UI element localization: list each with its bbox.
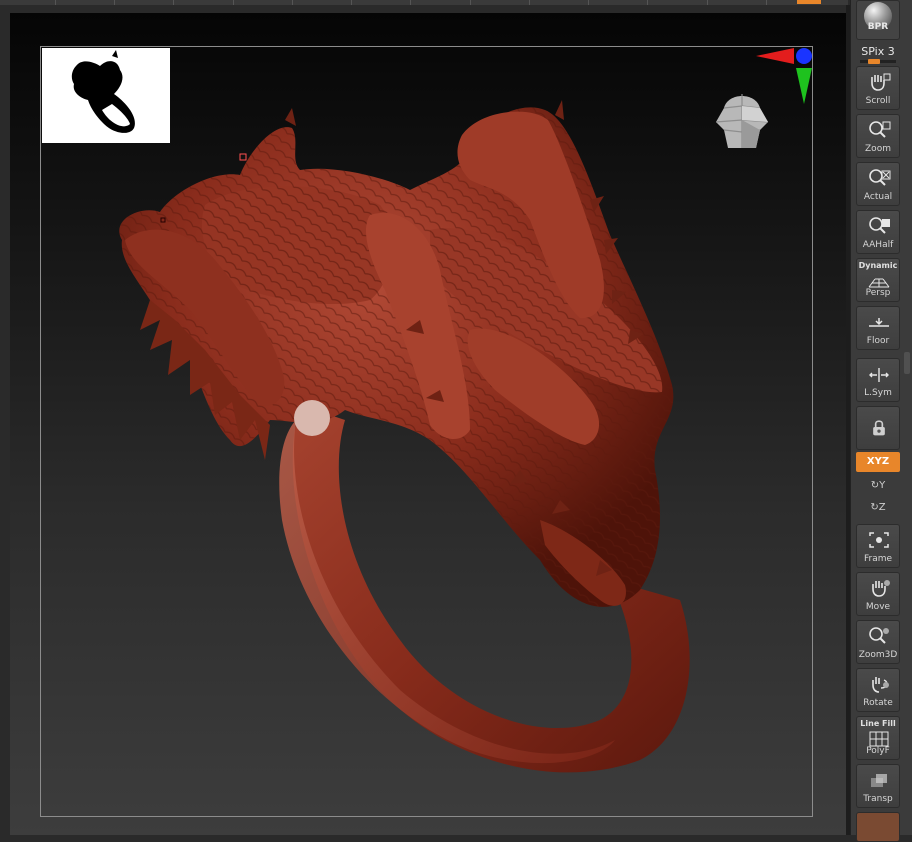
lsym-button[interactable]: L.Sym [856, 358, 900, 402]
hand-scroll-icon [871, 73, 891, 91]
lsym-label: L.Sym [864, 388, 892, 398]
aahalf-button[interactable]: AAHalf [856, 210, 900, 254]
orientation-head-icon[interactable] [710, 86, 774, 156]
lock-camera-button[interactable] [856, 406, 900, 450]
dynamic-label: Dynamic [858, 261, 898, 270]
y-rotation-button[interactable]: ↻Y [868, 478, 888, 494]
scroll-label: Scroll [865, 96, 891, 106]
magnify-aahalf-icon [869, 217, 890, 234]
hand-move-icon [872, 580, 890, 597]
spix-label: SPix 3 [861, 45, 895, 58]
magnify-zoom-icon [869, 121, 891, 138]
transp-label: Transp [863, 794, 893, 804]
transparency-icon [871, 774, 887, 787]
move-label: Move [865, 602, 891, 612]
lock-camera-icon [873, 420, 885, 436]
zoom3d-label: Zoom3D [858, 650, 898, 660]
zoom-button[interactable]: Zoom [856, 114, 900, 158]
frame-icon [869, 532, 889, 548]
x-axis-icon [756, 48, 794, 64]
dragon-ring-model[interactable] [0, 0, 912, 835]
rotate-button[interactable]: Rotate [856, 668, 900, 712]
zoom-label: Zoom [865, 144, 891, 154]
polyf-button[interactable]: Line Fill PolyF [856, 716, 900, 760]
xyz-rotation-button[interactable]: XYZ [856, 452, 900, 472]
z-rotation-label: Z [878, 502, 886, 513]
y-rotation-label: Y [879, 480, 886, 491]
floor-label: Floor [866, 336, 890, 346]
actual-label: Actual [863, 192, 893, 202]
zoom3d-button[interactable]: Zoom3D [856, 620, 900, 664]
ghost-button[interactable] [856, 812, 900, 842]
z-rotation-button[interactable]: ↻Z [868, 500, 888, 516]
floor-button[interactable]: Floor [856, 306, 900, 350]
line-fill-label: Line Fill [860, 719, 896, 728]
transp-button[interactable]: Transp [856, 764, 900, 808]
aahalf-label: AAHalf [862, 240, 894, 250]
move-button[interactable]: Move [856, 572, 900, 616]
frame-button[interactable]: Frame [856, 524, 900, 568]
persp-button[interactable]: Dynamic Persp [856, 258, 900, 302]
rotate-label: Rotate [863, 698, 893, 708]
actual-button[interactable]: Actual [856, 162, 900, 206]
spix-slider-knob[interactable] [868, 59, 880, 64]
local-symmetry-icon [869, 368, 889, 382]
cursor-mark [239, 153, 247, 161]
persp-label: Persp [865, 288, 891, 298]
ring-hole-highlight [294, 400, 330, 436]
magnify-actual-icon [869, 169, 891, 186]
bpr-label: BPR [867, 22, 889, 32]
zoom3d-icon [869, 627, 889, 644]
z-axis-icon [796, 48, 812, 64]
xyz-label: XYZ [866, 456, 890, 467]
shelf-collapse-handle[interactable] [904, 352, 910, 374]
polyf-label: PolyF [866, 746, 890, 756]
scroll-button[interactable]: Scroll [856, 66, 900, 110]
y-axis-icon [796, 68, 812, 104]
frame-label: Frame [863, 554, 893, 564]
floor-grid-icon [869, 318, 889, 327]
rotate-icon [872, 677, 889, 693]
